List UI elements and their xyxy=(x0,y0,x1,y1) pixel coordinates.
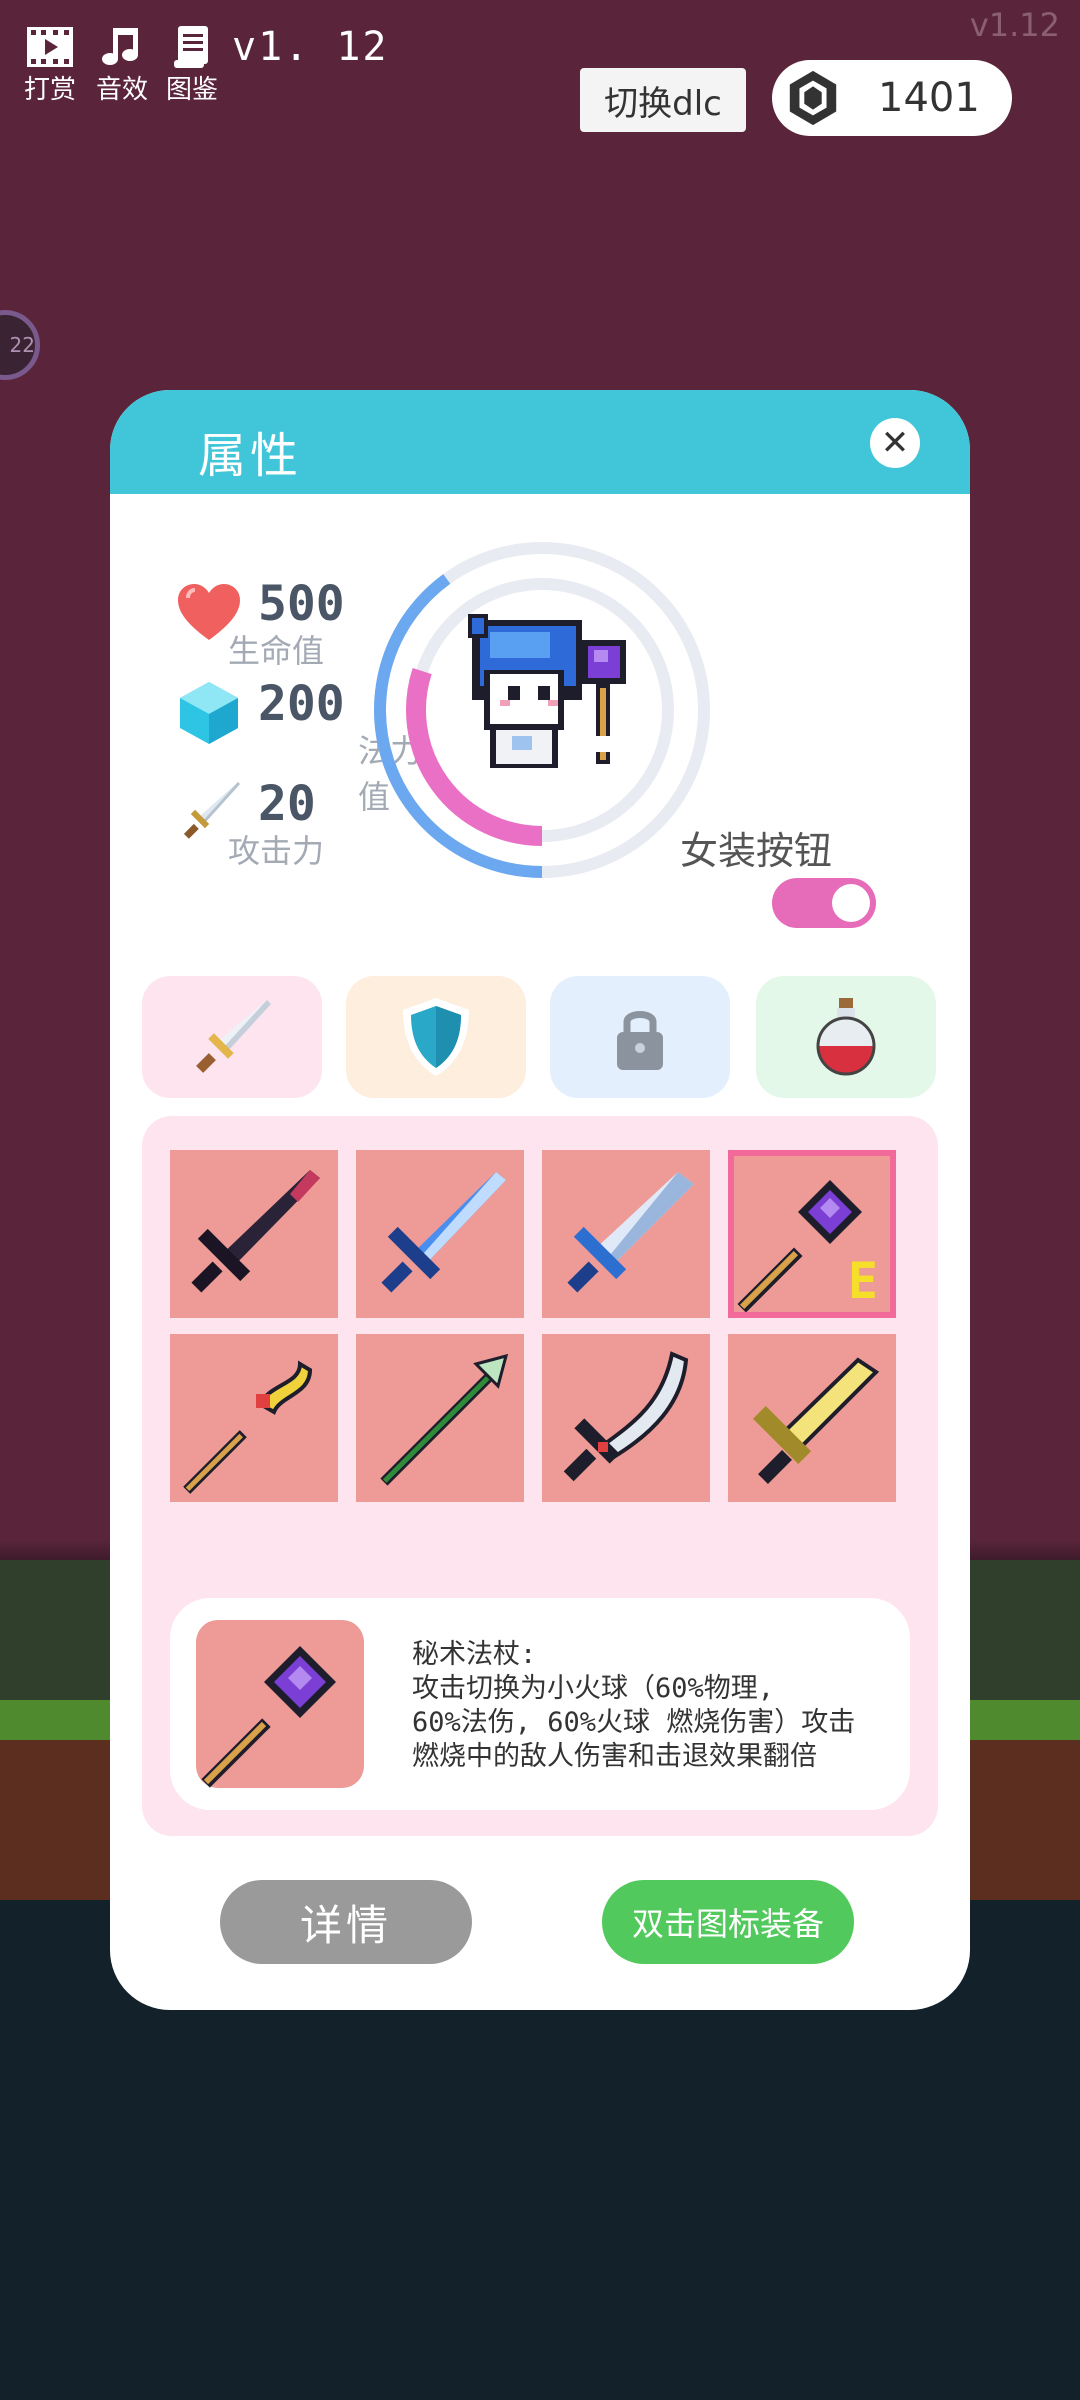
side-level-badge[interactable]: 22 xyxy=(0,310,40,380)
crystal-icon xyxy=(180,682,238,744)
inventory-slot-2[interactable] xyxy=(356,1150,524,1318)
item-description-card: 秘术法杖: 攻击切换为小火球（60%物理, 60%法伤, 60%火球 燃烧伤害）… xyxy=(170,1598,910,1810)
sound-button[interactable]: 音效 xyxy=(92,22,152,108)
inventory-slot-4[interactable]: E xyxy=(728,1150,896,1318)
green-trident-staff-icon xyxy=(380,1353,509,1486)
item-effect-line-2: 60%法伤, 60%火球 燃烧伤害）攻击 xyxy=(412,1707,856,1738)
sound-label: 音效 xyxy=(95,75,148,105)
toggle-knob xyxy=(832,884,870,922)
item-name: 秘术法杖: xyxy=(412,1639,537,1670)
inventory-slot-3[interactable] xyxy=(542,1150,710,1318)
dialog-title: 属性 xyxy=(198,428,303,484)
character-portrait xyxy=(374,542,710,878)
crossdress-toggle[interactable] xyxy=(772,878,876,928)
attributes-dialog: 属性 ✕ 500 生命值 200 法力值 20 攻击力 女装按钮 E 秘术法杖:… xyxy=(110,390,970,2010)
tab-armor[interactable] xyxy=(346,976,526,1098)
ice-sword-icon xyxy=(567,1172,694,1293)
codex-label: 图鉴 xyxy=(165,75,218,105)
hp-label: 生命值 xyxy=(228,632,325,670)
film-icon xyxy=(27,27,73,67)
shield-icon xyxy=(403,998,469,1076)
equip-hint-button[interactable]: 双击图标装备 xyxy=(602,1880,854,1964)
dialog-header: 属性 ✕ xyxy=(110,390,970,494)
item-effect-line-1: 攻击切换为小火球（60%物理, xyxy=(412,1673,775,1704)
codex-button[interactable]: 图鉴 xyxy=(162,22,222,108)
version-corner-label: v1.12 xyxy=(969,6,1060,44)
item-effect-line-3: 燃烧中的敌人伤害和击退效果翻倍 xyxy=(412,1741,817,1772)
golden-sword-icon xyxy=(753,1357,880,1484)
tab-locked[interactable] xyxy=(550,976,730,1098)
arcane-staff-icon xyxy=(201,1646,336,1788)
music-note-icon xyxy=(102,28,138,65)
gem-counter: 1401 xyxy=(772,60,1012,136)
character-sprite xyxy=(468,614,626,768)
inventory-slot-6[interactable] xyxy=(356,1334,524,1502)
potion-icon xyxy=(816,998,876,1076)
item-description-text: 秘术法杖: 攻击切换为小火球（60%物理, 60%法伤, 60%火球 燃烧伤害）… xyxy=(412,1638,882,1774)
atk-value: 20 xyxy=(258,776,316,832)
golden-crook-staff-icon xyxy=(183,1360,313,1494)
lock-icon xyxy=(617,1011,663,1070)
reward-label: 打赏 xyxy=(23,75,76,105)
switch-dlc-button[interactable]: 切换dlc xyxy=(580,68,746,132)
mp-value: 200 xyxy=(258,676,345,732)
inventory-slot-7[interactable] xyxy=(542,1334,710,1502)
scroll-icon xyxy=(174,26,208,68)
inventory-slot-8[interactable] xyxy=(728,1334,896,1502)
sword-icon xyxy=(196,1000,271,1073)
tab-potions[interactable] xyxy=(756,976,936,1098)
crossdress-toggle-label: 女装按钮 xyxy=(680,829,833,873)
curved-blade-icon xyxy=(563,1351,689,1482)
details-button[interactable]: 详情 xyxy=(220,1880,472,1964)
equipped-marker: E xyxy=(847,1252,878,1310)
gem-icon xyxy=(789,70,837,126)
close-icon[interactable]: ✕ xyxy=(870,418,920,468)
inventory-slot-1[interactable] xyxy=(170,1150,338,1318)
gem-count: 1401 xyxy=(878,75,980,121)
atk-label: 攻击力 xyxy=(228,832,325,870)
hp-value: 500 xyxy=(258,576,345,632)
reward-button[interactable]: 打赏 xyxy=(20,22,80,108)
blue-sword-icon xyxy=(381,1172,506,1293)
inventory-slot-5[interactable] xyxy=(170,1334,338,1502)
tab-weapons[interactable] xyxy=(142,976,322,1098)
dark-sword-icon xyxy=(191,1170,320,1293)
version-label: v1. 12 xyxy=(232,24,389,70)
selected-item-preview xyxy=(196,1620,364,1788)
